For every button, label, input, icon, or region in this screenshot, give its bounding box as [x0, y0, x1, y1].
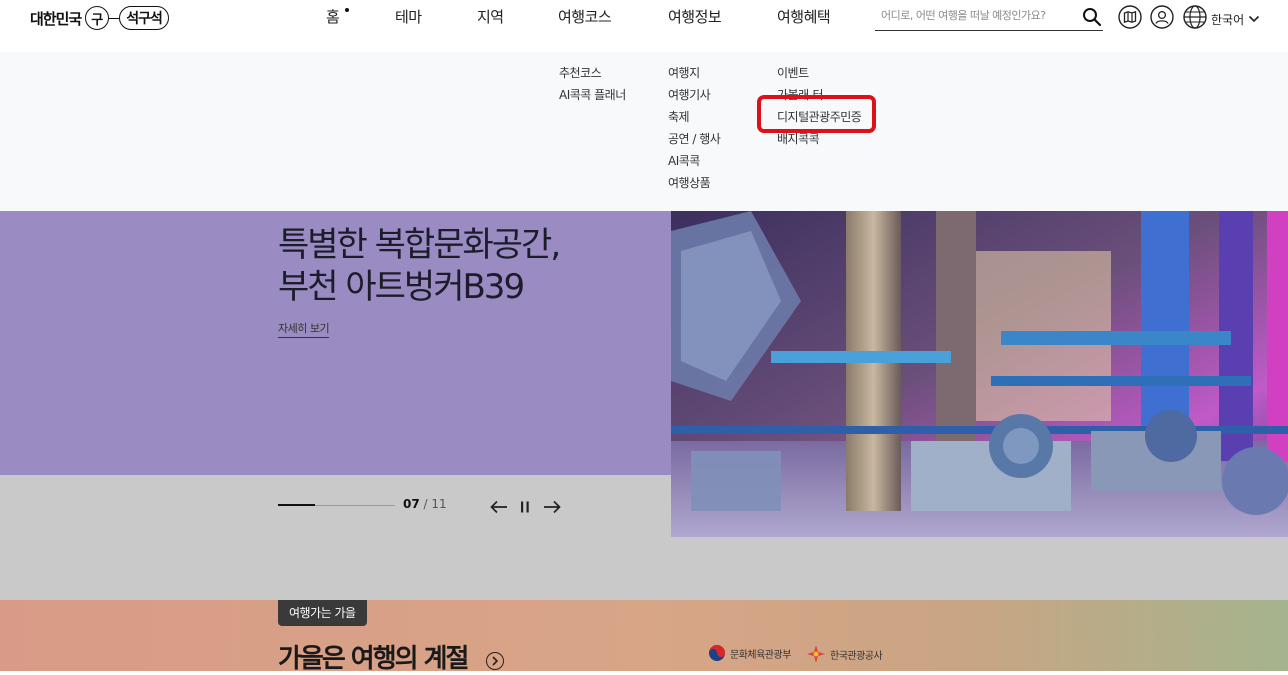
- nav-item-course[interactable]: 여행코스: [558, 6, 612, 27]
- nav-active-dot: [345, 8, 349, 12]
- highlight-box: [757, 95, 876, 133]
- language-selector[interactable]: 한국어: [1183, 5, 1260, 33]
- user-icon[interactable]: [1150, 5, 1174, 29]
- nav-item-info[interactable]: 여행정보: [668, 6, 722, 27]
- menu-column-course: 추천코스 AI콕콕 플래너: [559, 66, 626, 110]
- sponsor-kto: 한국관광공사: [806, 644, 883, 664]
- map-icon[interactable]: [1118, 5, 1142, 29]
- section-title[interactable]: 가을은 여행의 계절: [278, 643, 469, 675]
- autumn-section: [0, 600, 1288, 671]
- language-label: 한국어: [1211, 12, 1245, 27]
- taegeuk-logo-icon: [709, 645, 725, 661]
- sponsor-mcst: 문화체육관광부: [708, 644, 791, 662]
- search-bar: [875, 4, 1103, 31]
- nav-item-theme[interactable]: 테마: [395, 6, 422, 27]
- menu-item-ai-kokkok[interactable]: AI콕콕: [668, 154, 720, 176]
- menu-item-recommended-course[interactable]: 추천코스: [559, 66, 626, 88]
- logo-mark-pill: 석구석: [119, 6, 169, 30]
- menu-item-article[interactable]: 여행기사: [668, 88, 720, 110]
- menu-item-ai-planner[interactable]: AI콕콕 플래너: [559, 88, 626, 110]
- logo-mark: 구 석구석: [85, 6, 169, 30]
- menu-item-travel-product[interactable]: 여행상품: [668, 176, 720, 198]
- hero-title-line1: 특별한 복합문화공간,: [278, 225, 561, 265]
- slide-separator: /: [423, 497, 428, 511]
- search-icon[interactable]: [1081, 6, 1103, 28]
- sponsor-kto-label: 한국관광공사: [830, 650, 883, 662]
- site-header: 대한민국 구 석구석 홈 테마 지역 여행코스 여행정보 여행혜택 한국어: [0, 0, 1288, 52]
- kto-logo-icon: [807, 645, 825, 663]
- slide-total: 11: [431, 497, 447, 511]
- chevron-right-circle-icon[interactable]: [486, 652, 504, 670]
- menu-item-festival[interactable]: 축제: [668, 110, 720, 132]
- hero-image[interactable]: [671, 211, 1288, 537]
- slide-progress-fill: [278, 504, 316, 506]
- globe-icon: [1183, 5, 1207, 33]
- logo-prefix: 대한민국: [30, 9, 82, 28]
- slide-progress-bar: [278, 504, 395, 506]
- mega-menu: 추천코스 AI콕콕 플래너 여행지 여행기사 축제 공연 / 행사 AI콕콕 여…: [0, 52, 1288, 211]
- slide-current: 07: [403, 497, 420, 511]
- next-slide-arrow-icon[interactable]: [542, 497, 562, 517]
- hero-title: 특별한 복합문화공간, 부천 아트벙커B39: [278, 224, 561, 308]
- prev-slide-arrow-icon[interactable]: [489, 497, 509, 517]
- chevron-down-icon: [1248, 10, 1260, 29]
- nav-item-benefit[interactable]: 여행혜택: [777, 6, 831, 27]
- menu-item-performance[interactable]: 공연 / 행사: [668, 132, 721, 154]
- nav-item-home[interactable]: 홈: [326, 6, 340, 27]
- menu-column-info: 여행지 여행기사 축제 공연 / 행사 AI콕콕 여행상품: [668, 66, 721, 198]
- nav-item-region[interactable]: 지역: [477, 6, 504, 27]
- pause-icon[interactable]: [515, 497, 535, 517]
- hero-title-line2: 부천 아트벙커B39: [278, 267, 525, 307]
- section-badge: 여행가는 가을: [278, 600, 367, 626]
- search-input[interactable]: [875, 4, 1081, 27]
- menu-item-badge-kokkok[interactable]: 배지콕콕: [777, 132, 861, 154]
- menu-item-event[interactable]: 이벤트: [777, 66, 861, 88]
- logo-mark-line: [109, 17, 120, 19]
- slide-counter: 07 / 11: [403, 497, 447, 511]
- hero-more-link[interactable]: 자세히 보기: [278, 320, 330, 338]
- menu-item-destination[interactable]: 여행지: [668, 66, 720, 88]
- logo-mark-circle: 구: [85, 6, 110, 30]
- industrial-plant-image: [671, 211, 1288, 537]
- site-logo[interactable]: 대한민국 구 석구석: [30, 5, 169, 31]
- sponsor-mcst-label: 문화체육관광부: [730, 649, 791, 661]
